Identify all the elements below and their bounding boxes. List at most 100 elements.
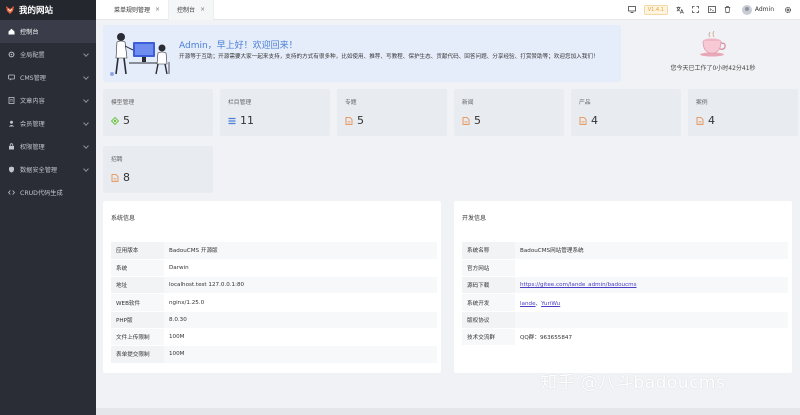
gear-icon <box>8 51 15 58</box>
sidebar-item-articles[interactable]: 文章内容 <box>0 89 96 112</box>
row-key: 官方网站 <box>462 259 515 278</box>
row-key: 源码下载 <box>462 276 515 295</box>
trash-icon[interactable] <box>720 0 736 20</box>
stat-label: 栏目管理 <box>228 100 252 106</box>
sidebar-menu: 控制台 全局配置 CMS管理 文章内容 会员管理 权限管理 数据安全管理 CRU… <box>0 20 96 204</box>
sidebar-item-label: 控制台 <box>20 29 39 36</box>
sidebar-item-cms[interactable]: CMS管理 <box>0 66 96 89</box>
sidebar-item-permissions[interactable]: 权限管理 <box>0 135 96 158</box>
row-key: 应用版本 <box>111 242 164 260</box>
logo-icon <box>6 6 14 14</box>
row-key: PHP版 <box>111 311 164 329</box>
dev-info-panel: 开发信息 系统名称 BadouCMS网站管理系统 官方网站 源码下载 https:/… <box>454 201 792 373</box>
row-key: 版权协议 <box>462 311 515 329</box>
table-row: 表单提交限制 100M <box>111 345 437 364</box>
row-key: 文件上传限制 <box>111 328 164 347</box>
close-icon[interactable]: × <box>200 6 205 13</box>
worktime-panel: 您今天已工作了0小时42分41秒 <box>631 25 795 82</box>
sidebar-item-dashboard[interactable]: 控制台 <box>0 20 96 43</box>
sidebar-item-label: 权限管理 <box>20 144 45 151</box>
sidebar-item-label: 全局配置 <box>20 52 45 59</box>
stat-value: 4 <box>591 114 598 127</box>
welcome-banner: Admin，早上好！欢迎回来！ 开源等于互助；开源需要大家一起来支持，支持的方式… <box>103 25 621 82</box>
sidebar-item-label: CMS管理 <box>20 75 46 82</box>
brand[interactable]: 我的网站 <box>0 0 96 20</box>
welcome-title: Admin，早上好！欢迎回来！ <box>179 41 298 51</box>
row-value: BadouCMS网站管理系统 <box>515 242 788 260</box>
sidebar-item-members[interactable]: 会员管理 <box>0 112 96 135</box>
stat-value: 5 <box>357 114 364 127</box>
sidebar-item-label: 文章内容 <box>20 98 45 105</box>
stat-card-models[interactable]: 模型管理 5 <box>103 89 213 136</box>
table-row: 系统开发 lande、YuriWu <box>462 293 788 312</box>
file-icon <box>579 116 587 125</box>
system-info-table: 应用版本 BadouCMS 开源版 系统 Darwin 地址 localhost.te… <box>111 242 437 364</box>
file-icon <box>345 116 353 125</box>
source-download-link[interactable]: https://gitee.com/lande_admin/badoucms <box>520 282 637 288</box>
model-icon <box>111 116 119 125</box>
stat-card-columns[interactable]: 栏目管理 11 <box>220 89 330 136</box>
menu-toggle-icon[interactable] <box>96 0 106 20</box>
toolbar: V1.4.1 Admin <box>624 0 800 20</box>
tab-menu-rules[interactable]: 菜单规则管理 × <box>106 0 170 20</box>
table-row: 应用版本 BadouCMS 开源版 <box>111 242 437 260</box>
stat-value: 5 <box>474 114 481 127</box>
translate-icon[interactable] <box>672 0 688 20</box>
chevron-down-icon <box>83 143 89 149</box>
developer-link-lande[interactable]: lande <box>520 301 536 307</box>
user-name[interactable]: Admin <box>755 6 774 13</box>
row-key: 表单提交限制 <box>111 345 164 364</box>
file-icon <box>462 116 470 125</box>
version-badge: V1.4.1 <box>643 4 668 15</box>
stat-card-jobs[interactable]: 招聘 8 <box>103 146 213 193</box>
table-row: 官方网站 <box>462 259 788 278</box>
tab-label: 菜单规则管理 <box>114 7 151 14</box>
panel-title: 开发信息 <box>462 215 487 222</box>
close-icon[interactable]: × <box>155 6 160 13</box>
tab-label: 控制台 <box>177 7 196 14</box>
row-value: 8.0.30 <box>164 311 437 329</box>
sidebar-item-label: 会员管理 <box>20 121 45 128</box>
stat-card-news[interactable]: 新闻 5 <box>454 89 564 136</box>
dev-info-table: 系统名称 BadouCMS网站管理系统 官方网站 源码下载 https://gite… <box>462 242 788 347</box>
table-row: 技术交流群 QQ群：963655847 <box>462 328 788 347</box>
sidebar-item-crud[interactable]: CRUD代码生成 <box>0 181 96 204</box>
fullscreen-icon[interactable] <box>688 0 704 20</box>
user-icon <box>8 120 15 127</box>
stat-card-products[interactable]: 产品 4 <box>571 89 681 136</box>
table-row: 地址 localhost.test 127.0.0.1:80 <box>111 276 437 295</box>
stat-card-cases[interactable]: 案例 4 <box>688 89 798 136</box>
table-row: PHP版 8.0.30 <box>111 311 437 329</box>
monitor-icon[interactable] <box>624 0 640 20</box>
stat-label: 专题 <box>345 100 357 106</box>
table-row: 源码下载 https://gitee.com/lande_admin/badouc… <box>462 276 788 295</box>
stat-label: 案例 <box>696 100 708 106</box>
stat-value: 11 <box>240 114 254 127</box>
row-key: 系统 <box>111 259 164 278</box>
stat-label: 新闻 <box>462 100 474 106</box>
developer-link-yuriwu[interactable]: YuriWu <box>541 301 560 307</box>
row-key: 技术交流群 <box>462 328 515 347</box>
footer-strip <box>96 408 800 415</box>
doc-icon <box>8 97 15 104</box>
terminal-icon[interactable] <box>704 0 720 20</box>
avatar[interactable] <box>741 4 752 15</box>
row-value: BadouCMS 开源版 <box>164 242 437 260</box>
tab-dashboard[interactable]: 控制台 × <box>169 0 215 20</box>
sidebar-item-label: CRUD代码生成 <box>20 190 63 197</box>
stat-label: 招聘 <box>111 157 123 163</box>
row-value: Darwin <box>164 259 437 278</box>
system-info-panel: 系统信息 应用版本 BadouCMS 开源版 系统 Darwin 地址 localho… <box>103 201 441 373</box>
stat-value: 8 <box>123 171 130 184</box>
sidebar-item-global-config[interactable]: 全局配置 <box>0 43 96 66</box>
brand-name: 我的网站 <box>19 6 54 16</box>
row-value: QQ群：963655847 <box>515 328 788 347</box>
stat-label: 产品 <box>579 100 591 106</box>
table-row: 文件上传限制 100M <box>111 328 437 347</box>
worktime-text: 您今天已工作了0小时42分41秒 <box>670 65 756 72</box>
stat-card-topics[interactable]: 专题 5 <box>337 89 447 136</box>
watermark: 知乎 @八斗badoucms <box>540 373 726 393</box>
gear-icon[interactable] <box>780 0 796 20</box>
sidebar-item-data-security[interactable]: 数据安全管理 <box>0 158 96 181</box>
chevron-down-icon <box>83 51 89 57</box>
